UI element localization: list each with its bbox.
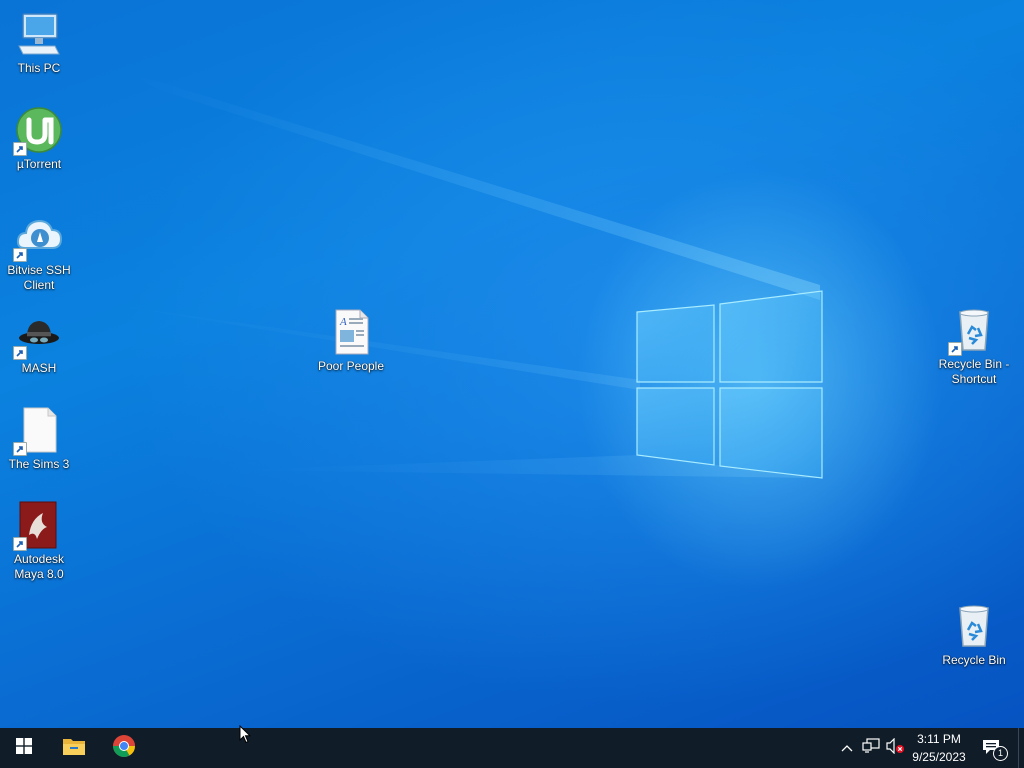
taskbar: 3:11 PM 9/25/2023 1 xyxy=(0,728,1024,768)
windows-logo-graphic xyxy=(636,290,823,479)
shortcut-arrow-icon xyxy=(13,248,27,262)
computer-icon xyxy=(15,10,63,58)
taskbar-file-explorer-button[interactable] xyxy=(50,728,98,768)
desktop-icon-recycle-bin[interactable]: Recycle Bin xyxy=(936,602,1012,668)
taskbar-chrome-button[interactable] xyxy=(100,728,148,768)
windows-start-icon xyxy=(16,737,32,759)
document-icon: A xyxy=(327,308,375,356)
start-button[interactable] xyxy=(0,728,48,768)
clock-time: 3:11 PM xyxy=(917,732,961,746)
desktop-icon-label: Autodesk Maya 8.0 xyxy=(13,552,65,581)
network-icon xyxy=(862,737,880,759)
desktop-icon-the-sims-3[interactable]: The Sims 3 xyxy=(1,406,77,472)
notification-icon: 1 xyxy=(982,738,1008,761)
mash-icon xyxy=(13,310,63,360)
mouse-cursor-icon xyxy=(239,724,252,749)
desktop-icon-poor-people[interactable]: A Poor People xyxy=(313,308,389,374)
desktop-icon-autodesk-maya[interactable]: Autodesk Maya 8.0 xyxy=(1,501,77,582)
bitvise-icon xyxy=(13,212,63,262)
shortcut-arrow-icon xyxy=(13,442,27,456)
show-desktop-button[interactable] xyxy=(1018,728,1019,768)
notification-badge: 1 xyxy=(993,746,1008,761)
desktop-icon-label: MASH xyxy=(21,361,57,375)
recycle-bin-icon xyxy=(948,306,998,356)
show-hidden-icons-button[interactable] xyxy=(838,728,856,768)
desktop-icon-label: This PC xyxy=(17,61,61,75)
chevron-up-icon xyxy=(841,739,853,757)
shortcut-arrow-icon xyxy=(13,142,27,156)
taskbar-clock[interactable]: 3:11 PM 9/25/2023 xyxy=(902,730,976,766)
recycle-bin-icon xyxy=(950,602,998,650)
svg-text:A: A xyxy=(339,316,347,328)
desktop-icon-utorrent[interactable]: µTorrent xyxy=(1,106,77,172)
desktop-icon-label: The Sims 3 xyxy=(8,457,70,471)
desktop-icon-label: Poor People xyxy=(317,359,385,373)
action-center-button[interactable]: 1 xyxy=(978,728,1008,768)
desktop-icon-label: Bitvise SSH Client xyxy=(7,263,71,292)
utorrent-icon xyxy=(13,106,63,156)
chrome-icon xyxy=(112,734,136,763)
shortcut-arrow-icon xyxy=(13,346,27,360)
maya-icon xyxy=(13,501,63,551)
desktop-icon-mash[interactable]: MASH xyxy=(1,310,77,376)
wallpaper-light-rays xyxy=(80,70,823,479)
desktop-icon-this-pc[interactable]: This PC xyxy=(1,10,77,76)
desktop-icon-label: Recycle Bin - Shortcut xyxy=(938,357,1010,386)
shortcut-arrow-icon xyxy=(13,537,27,551)
desktop[interactable]: This PC µTorrent Bitvise SSH Client MASH… xyxy=(0,0,1024,728)
desktop-icon-label: µTorrent xyxy=(16,157,62,171)
clock-date: 9/25/2023 xyxy=(912,750,966,764)
blank-file-icon xyxy=(13,406,63,456)
desktop-icon-bitvise[interactable]: Bitvise SSH Client xyxy=(1,212,77,293)
desktop-icon-label: Recycle Bin xyxy=(942,653,1006,667)
network-tray-button[interactable] xyxy=(860,728,882,768)
shortcut-arrow-icon xyxy=(948,342,962,356)
desktop-icon-recycle-bin-shortcut[interactable]: Recycle Bin - Shortcut xyxy=(936,306,1012,387)
file-explorer-icon xyxy=(62,736,86,761)
